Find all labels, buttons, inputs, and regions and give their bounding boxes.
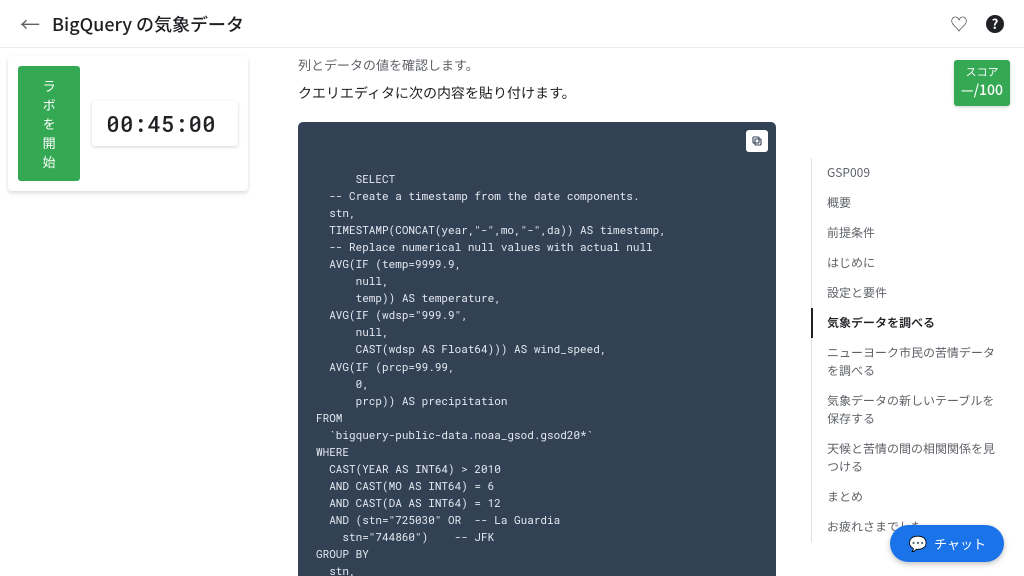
toc-item[interactable]: 気象データを調べる: [811, 308, 1006, 338]
intro-text: クエリエディタに次の内容を貼り付けます。: [298, 82, 776, 106]
toc-item[interactable]: 設定と要件: [811, 278, 1006, 308]
chat-label: チャット: [934, 534, 986, 553]
heart-icon[interactable]: ♡: [950, 11, 968, 37]
copy-icon[interactable]: [746, 130, 768, 152]
toc-item[interactable]: 概要: [811, 188, 1006, 218]
content-area: 列とデータの値を確認します。 クエリエディタに次の内容を貼り付けます。 SELE…: [280, 48, 794, 576]
header-actions: ♡ ?: [950, 11, 1004, 37]
chat-bubble-icon: 💬: [908, 533, 927, 554]
toc-item[interactable]: 天候と苦情の間の相関関係を見つける: [811, 434, 1006, 482]
toc-item[interactable]: まとめ: [811, 482, 1006, 512]
toc-item[interactable]: 前提条件: [811, 218, 1006, 248]
header: ← BigQuery の気象データ ♡ ?: [0, 0, 1024, 48]
chat-button[interactable]: 💬 チャット: [890, 525, 1004, 562]
sql-code-block: SELECT -- Create a timestamp from the da…: [298, 122, 776, 576]
toc-item[interactable]: ニューヨーク市民の苦情データを調べる: [811, 338, 1006, 386]
help-icon[interactable]: ?: [986, 15, 1004, 33]
sql-code-text: SELECT -- Create a timestamp from the da…: [316, 171, 666, 576]
page-title: BigQuery の気象データ: [52, 11, 950, 37]
clipped-text: 列とデータの値を確認します。: [298, 54, 776, 76]
toc-sidebar: GSP009概要前提条件はじめに設定と要件気象データを調べるニューヨーク市民の苦…: [811, 158, 1006, 542]
toc-item[interactable]: はじめに: [811, 248, 1006, 278]
main: 列とデータの値を確認します。 クエリエディタに次の内容を貼り付けます。 SELE…: [0, 48, 1024, 576]
toc-item[interactable]: GSP009: [811, 158, 1006, 188]
toc-item[interactable]: 気象データの新しいテーブルを保存する: [811, 386, 1006, 434]
back-arrow-icon[interactable]: ←: [20, 9, 40, 38]
